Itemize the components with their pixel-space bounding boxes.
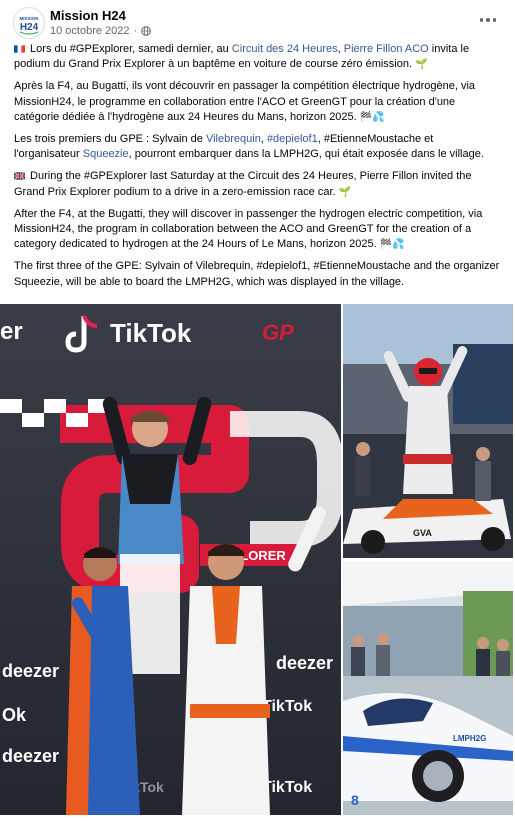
page-avatar[interactable]: MISSION H24 xyxy=(13,7,45,39)
sign-ok-text: Ok xyxy=(2,705,27,725)
svg-text:H24: H24 xyxy=(20,22,39,33)
paragraph-en-1: During the #GPExplorer last Saturday at … xyxy=(14,170,472,198)
car-number-eight: 8 xyxy=(351,792,359,808)
author-name[interactable]: Mission H24 xyxy=(50,8,126,23)
lmph2g-car-illustration: LMPH2G 8 xyxy=(343,561,513,815)
sign-er-text: er xyxy=(0,318,23,345)
seedling-icon: 🌱 xyxy=(338,186,352,198)
flag-droplets-icon: 🏁💦 xyxy=(359,111,385,123)
svg-text:MISSION: MISSION xyxy=(19,16,38,21)
link-circuit-24h[interactable]: Circuit des 24 Heures xyxy=(232,43,338,55)
hashtag-depielof1[interactable]: #depielof1 xyxy=(267,133,318,145)
sign-tiktok-text: TikTok xyxy=(110,318,192,348)
link-pierre-fillon[interactable]: Pierre Fillon ACO xyxy=(344,43,429,55)
sign-deezer-right-1: deezer xyxy=(276,653,333,673)
car-model-text: LMPH2G xyxy=(453,734,486,743)
paragraph-en-3: The first three of the GPE: Sylvain of V… xyxy=(14,260,500,288)
car-number-text: GVA xyxy=(413,528,432,538)
more-options-button[interactable] xyxy=(475,10,501,30)
post-date[interactable]: 10 octobre 2022 xyxy=(50,25,130,37)
more-options-icon xyxy=(479,18,484,22)
flag-droplets-icon: 🏁💦 xyxy=(379,239,405,251)
flag-fr-icon xyxy=(14,45,25,53)
sign-tiktok-right-2: TikTok xyxy=(262,779,312,796)
paragraph-fr-2: Après la F4, au Bugatti, ils vont découv… xyxy=(14,80,476,123)
driver-celebrating-illustration: GVA xyxy=(343,304,513,558)
link-vilebrequin[interactable]: Vilebrequin xyxy=(206,133,261,145)
podium-illustration: EXPLORER er TikTok GP deezer Ok deezer d… xyxy=(0,304,341,815)
post-text: Lors du #GPExplorer, samedi dernier, au … xyxy=(14,42,500,297)
sign-deezer-left-1: deezer xyxy=(2,661,59,681)
paragraph-fr-3: Les trois premiers du GPE : Sylvain de V… xyxy=(14,133,484,161)
link-squeezie[interactable]: Squeezie xyxy=(83,148,129,160)
sign-gp-text: GP xyxy=(262,320,294,345)
photo-driver-celebrating[interactable]: GVA xyxy=(343,304,513,558)
mission-h24-logo-icon: MISSION H24 xyxy=(15,9,43,37)
sign-deezer-left-2: deezer xyxy=(2,746,59,766)
paragraph-fr-1: Lors du #GPExplorer, samedi dernier, au … xyxy=(14,43,470,71)
seedling-icon: 🌱 xyxy=(415,59,428,71)
globe-icon xyxy=(141,26,151,36)
photo-podium[interactable]: EXPLORER er TikTok GP deezer Ok deezer d… xyxy=(0,304,341,815)
post-meta: 10 octobre 2022 · xyxy=(50,25,151,37)
flag-uk-icon xyxy=(14,172,25,181)
photo-grid: EXPLORER er TikTok GP deezer Ok deezer d… xyxy=(0,304,515,821)
photo-lmph2g-car[interactable]: LMPH2G 8 xyxy=(343,561,513,815)
post-header: MISSION H24 Mission H24 10 octobre 2022 … xyxy=(0,0,515,44)
paragraph-en-2: After the F4, at the Bugatti, they will … xyxy=(14,207,483,251)
